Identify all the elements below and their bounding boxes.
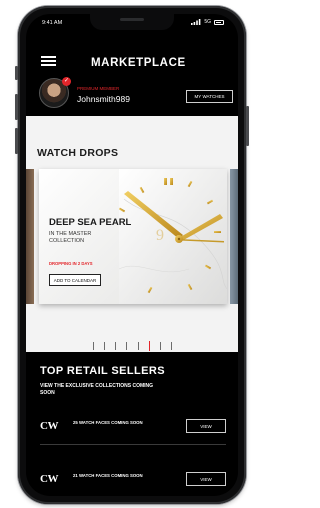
signal-icon <box>191 19 201 25</box>
status-time: 9:41 AM <box>42 20 63 26</box>
power-button <box>246 106 249 146</box>
pager-dot[interactable] <box>115 342 117 350</box>
volume-up-button <box>15 94 18 120</box>
page: 9:41 AM 5G MARKETPLACE ✓ PREMIUM MEMBER … <box>0 0 252 508</box>
pager-dot[interactable] <box>159 342 161 350</box>
my-watches-button[interactable]: MY WATCHES <box>186 90 233 103</box>
member-tier: PREMIUM MEMBER <box>77 86 120 91</box>
page-title: MARKETPLACE <box>91 57 186 69</box>
username: Johnsmith989 <box>77 94 130 104</box>
pager-dot[interactable] <box>93 342 94 350</box>
drop-countdown: DROPPING IN 2 DAYS <box>49 261 93 266</box>
view-button[interactable]: VIEW <box>186 472 226 486</box>
battery-icon <box>214 19 224 25</box>
view-button[interactable]: VIEW <box>186 419 226 433</box>
pager-dot-active[interactable] <box>148 341 151 351</box>
network-label: 5G <box>204 19 211 25</box>
notch <box>90 14 174 30</box>
add-to-calendar-button[interactable]: ADD TO CALENDAR <box>49 274 101 286</box>
seller-row: CW 25 WATCH FACES COMING SOON VIEW <box>26 411 238 445</box>
seller-row: CW 21 WATCH FACES COMING SOON VIEW <box>26 464 238 496</box>
status-indicators: 5G <box>191 19 224 25</box>
carousel-next-card[interactable] <box>230 169 238 304</box>
seller-info: 21 WATCH FACES COMING SOON <box>73 473 143 478</box>
pager-dot[interactable] <box>171 342 172 350</box>
section-title-watch-drops: WATCH DROPS <box>37 147 119 159</box>
hamburger-menu-icon[interactable] <box>41 56 56 66</box>
section-title-top-sellers: TOP RETAIL SELLERS <box>40 365 165 377</box>
pager-dot[interactable] <box>126 342 128 350</box>
watch-drop-card[interactable]: 9 DEEP SEA PEARL IN THE MASTER COLLECTIO… <box>39 169 227 304</box>
watch-drops-section: WATCH DROPS 9 DEEP SEA PEARL IN THE MAST… <box>26 116 238 352</box>
pager-dot[interactable] <box>104 342 106 350</box>
card-title: DEEP SEA PEARL <box>49 217 132 228</box>
seller-logo: CW <box>40 473 58 485</box>
carousel-prev-card[interactable] <box>26 169 34 304</box>
watch-dial-image <box>119 169 227 304</box>
divider <box>40 444 226 445</box>
phone-frame: 9:41 AM 5G MARKETPLACE ✓ PREMIUM MEMBER … <box>15 6 249 504</box>
seller-logo: CW <box>40 420 58 432</box>
seller-info: 25 WATCH FACES COMING SOON <box>73 420 143 425</box>
check-icon: ✓ <box>62 77 71 86</box>
volume-down-button <box>15 128 18 154</box>
section-subtitle-top-sellers: VIEW THE EXCLUSIVE COLLECTIONS COMING SO… <box>40 383 154 396</box>
carousel-pager[interactable] <box>93 341 172 351</box>
pager-dot[interactable] <box>137 342 139 350</box>
speaker-grille <box>120 18 144 21</box>
app-screen: 9:41 AM 5G MARKETPLACE ✓ PREMIUM MEMBER … <box>26 14 238 496</box>
dial-numeral: 9 <box>156 227 164 244</box>
card-subtitle: IN THE MASTER COLLECTION <box>49 231 92 244</box>
silent-switch <box>15 66 18 80</box>
